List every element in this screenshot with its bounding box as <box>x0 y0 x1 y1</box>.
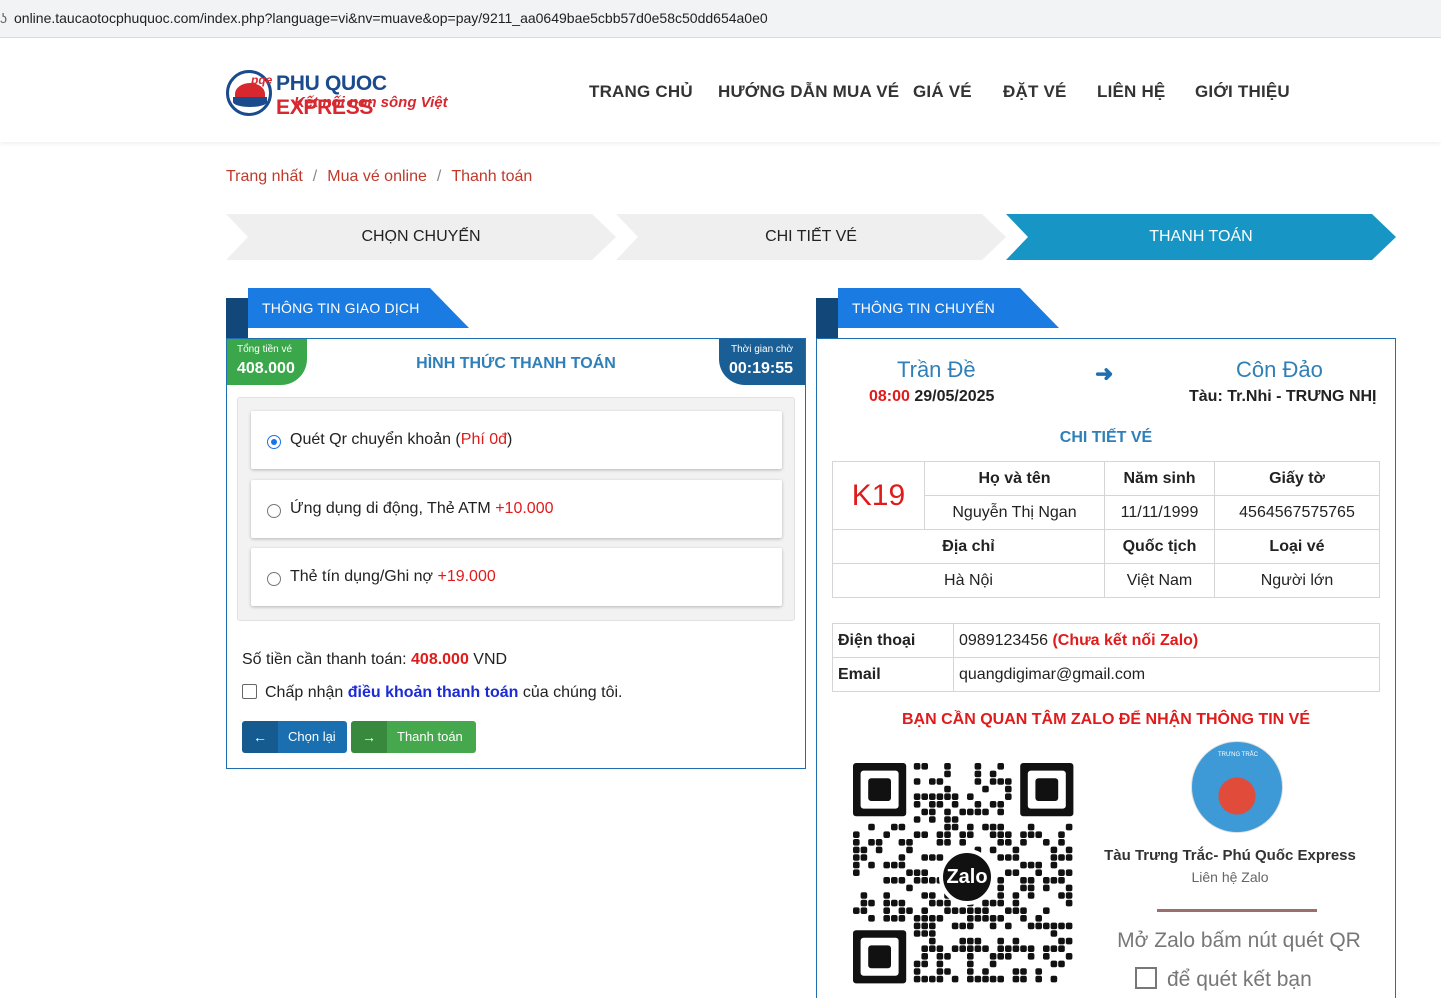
breadcrumb: Trang nhất / Mua vé online / Thanh toán <box>226 168 533 185</box>
seat-number: K19 <box>832 461 925 530</box>
payment-options: Quét Qr chuyển khoản (Phí 0đ) Ứng dụng d… <box>237 397 795 621</box>
contact-email: quangdigimar@gmail.com <box>953 657 1380 692</box>
option-credit-card[interactable]: Thẻ tín dụng/Ghi nợ +19.000 <box>251 548 782 606</box>
pay-button[interactable]: → Thanh toán <box>351 721 476 753</box>
zalo-logo-icon: Zalo <box>939 849 995 905</box>
zalo-avatar: TRƯNG TRẮC <box>1191 741 1283 833</box>
passenger-name: Nguyễn Thị Ngan <box>924 495 1105 530</box>
nav-booking[interactable]: ĐẶT VÉ <box>1003 82 1067 102</box>
divider <box>1157 909 1317 912</box>
nav-about[interactable]: GIỚI THIỆU <box>1195 82 1290 102</box>
browser-address-bar[interactable]: ʖ online.taucaotocphuquoc.com/index.php?… <box>0 0 1441 38</box>
site-logo[interactable]: pqe PHU QUOC EXPRESS Kết nối non sông Vi… <box>226 68 486 119</box>
passenger-doc: 4564567575765 <box>1214 495 1380 530</box>
terms-agreement: Chấp nhận điều khoản thanh toán của chún… <box>242 684 622 702</box>
ship-name: Tàu: Tr.Nhi - TRƯNG NHỊ <box>1189 388 1377 405</box>
breadcrumb-home[interactable]: Trang nhất <box>226 168 303 185</box>
zalo-subtitle: Liên hệ Zalo <box>1191 869 1269 885</box>
logo-mark-icon: pqe <box>226 70 272 116</box>
radio-mobile-atm[interactable] <box>267 504 281 518</box>
departure-time: 08:00 29/05/2025 <box>869 388 995 405</box>
terms-checkbox[interactable] <box>242 684 257 699</box>
contact-phone: 0989123456 (Chưa kết nối Zalo) <box>953 623 1380 658</box>
arrow-right-icon: → <box>351 721 387 753</box>
passenger-nationality: Việt Nam <box>1104 563 1215 598</box>
checkout-steps: CHỌN CHUYẾN CHI TIẾT VÉ THANH TOÁN <box>226 214 1396 260</box>
qr-scan-icon <box>1135 967 1157 989</box>
trip-panel: Trần Đề ➜ Côn Đảo 08:00 29/05/2025 Tàu: … <box>816 338 1396 998</box>
zalo-warning: BẠN CẦN QUAN TÂM ZALO ĐỂ NHẬN THÔNG TIN … <box>902 711 1310 728</box>
terms-link[interactable]: điều khoản thanh toán <box>348 684 519 701</box>
option-mobile-atm[interactable]: Ứng dụng di động, Thẻ ATM +10.000 <box>251 480 782 538</box>
nav-prices[interactable]: GIÁ VÉ <box>913 82 972 102</box>
radio-credit-card[interactable] <box>267 572 281 586</box>
transaction-ribbon: THÔNG TIN GIAO DỊCH <box>226 288 470 338</box>
amount-due: Số tiền cần thanh toán: 408.000 VND <box>242 651 508 668</box>
ticket-details-title: CHI TIẾT VÉ <box>1059 429 1153 446</box>
back-button[interactable]: ← Chọn lại <box>242 721 347 753</box>
zalo-profile: TRƯNG TRẮC Tàu Trưng Trắc- Phú Quốc Expr… <box>1099 741 1361 991</box>
zalo-hint-friend: để quét kết bạn <box>1135 967 1312 992</box>
timer-badge: Thời gian chờ 00:19:55 <box>719 339 805 385</box>
zalo-name: Tàu Trưng Trắc- Phú Quốc Express <box>1104 847 1356 864</box>
arrow-left-icon: ← <box>242 721 278 753</box>
nav-home[interactable]: TRANG CHỦ <box>589 82 693 102</box>
radio-qr[interactable] <box>267 435 281 449</box>
arrival-port: Côn Đảo <box>1236 357 1323 382</box>
step-choose-trip[interactable]: CHỌN CHUYẾN <box>226 214 616 260</box>
zalo-hint-scan: Mở Zalo bấm nút quét QR <box>1117 929 1361 952</box>
option-qr-transfer[interactable]: Quét Qr chuyển khoản (Phí 0đ) <box>251 411 782 469</box>
nav-buy-guide[interactable]: HƯỚNG DẪN MUA VÉ <box>718 82 899 102</box>
passenger-birth: 11/11/1999 <box>1104 495 1215 530</box>
step-ticket-details[interactable]: CHI TIẾT VÉ <box>616 214 1006 260</box>
passenger-table: K19 Họ và tên Năm sinh Giấy tờ Nguyễn Th… <box>832 461 1380 598</box>
transaction-panel: Tổng tiền vé 408.000 HÌNH THỨC THANH TOÁ… <box>226 338 806 769</box>
url-text[interactable]: online.taucaotocphuquoc.com/index.php?la… <box>14 10 768 26</box>
site-header: pqe PHU QUOC EXPRESS Kết nối non sông Vi… <box>0 38 1441 142</box>
zalo-qr-code: Zalo <box>853 763 1079 993</box>
trip-ribbon: THÔNG TIN CHUYẾN <box>816 288 1060 338</box>
security-icon: ʖ <box>0 10 7 26</box>
step-payment[interactable]: THANH TOÁN <box>1006 214 1396 260</box>
arrow-right-icon: ➜ <box>1095 361 1114 386</box>
ticket-type: Người lớn <box>1214 563 1380 598</box>
breadcrumb-buy-online[interactable]: Mua vé online <box>327 168 427 185</box>
contact-table: Điện thoại 0989123456 (Chưa kết nối Zalo… <box>832 623 1380 692</box>
logo-slogan: Kết nối non sông Việt <box>294 94 448 111</box>
passenger-address: Hà Nội <box>832 563 1105 598</box>
nav-contact[interactable]: LIÊN HỆ <box>1097 82 1165 102</box>
breadcrumb-payment[interactable]: Thanh toán <box>451 168 532 185</box>
departure-port: Trần Đề <box>897 357 976 382</box>
